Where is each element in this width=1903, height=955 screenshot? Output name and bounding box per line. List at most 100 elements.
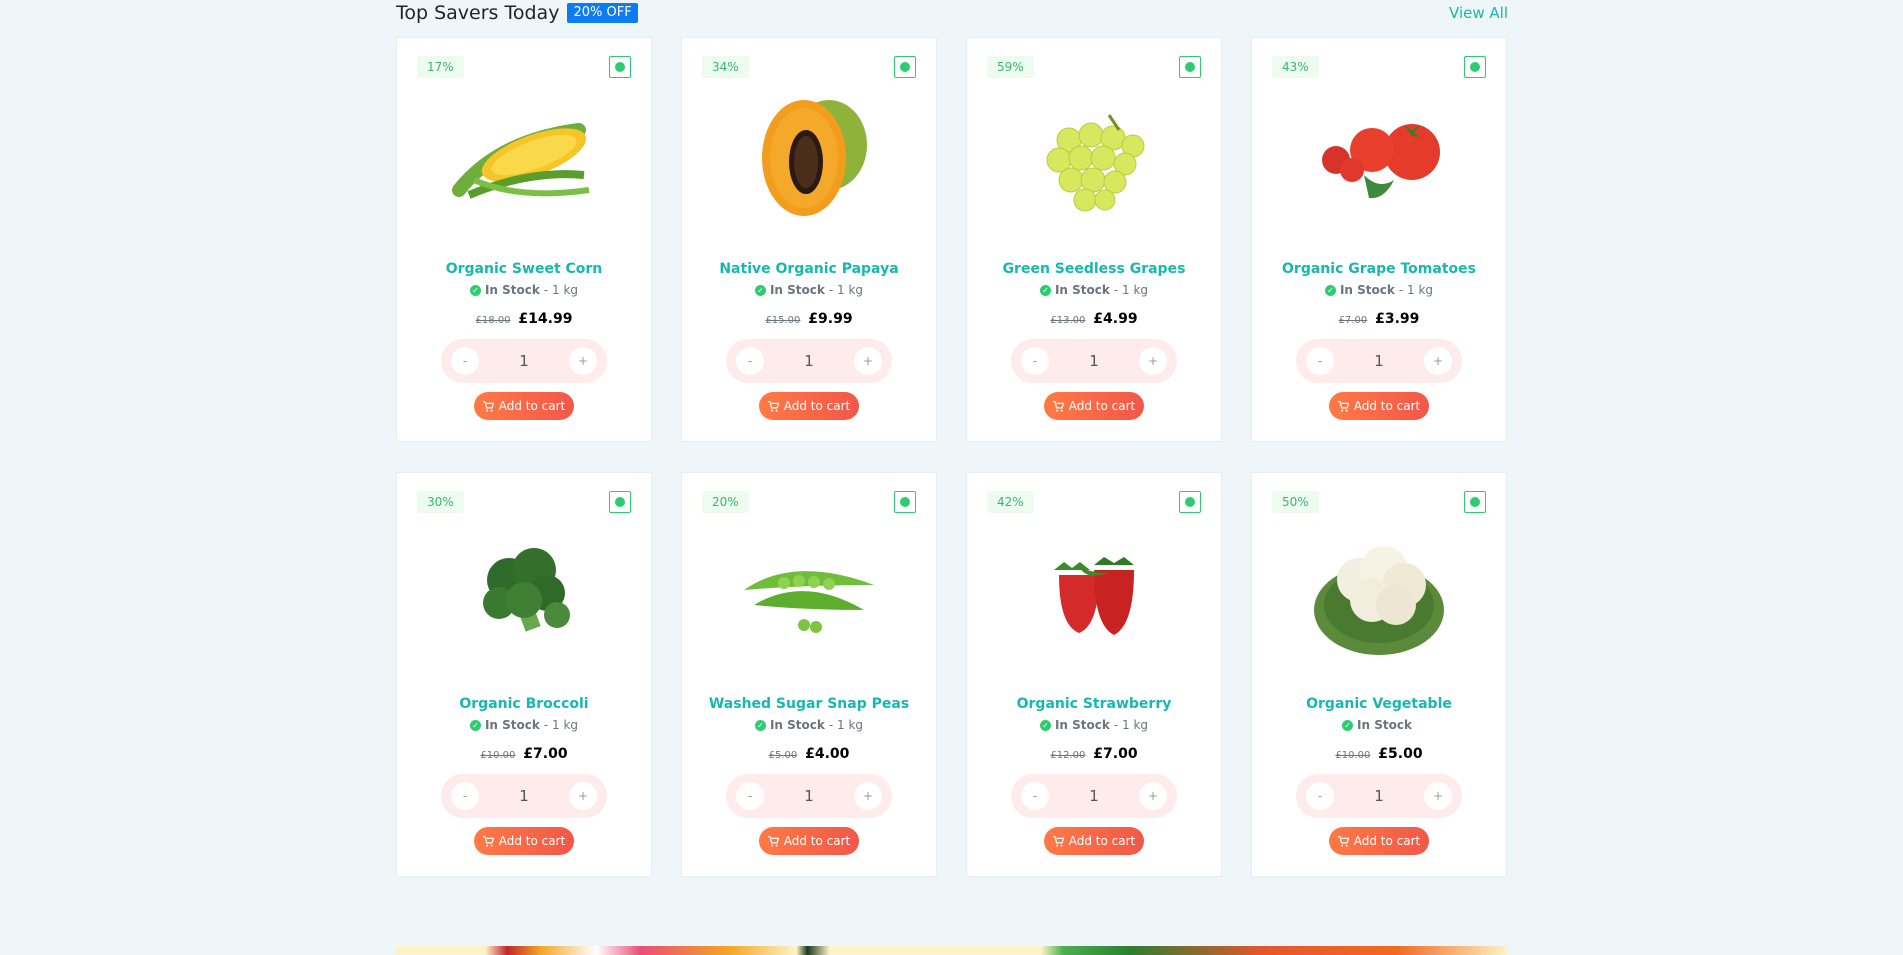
stock-status: ✓ In Stock - 1 kg (682, 283, 936, 297)
increase-button[interactable]: + (1423, 347, 1452, 375)
cart-icon (767, 400, 779, 412)
add-to-cart-label: Add to cart (498, 399, 566, 413)
discount-label: 20% (702, 491, 749, 513)
increase-button[interactable]: + (1423, 782, 1452, 810)
add-to-cart-button[interactable]: Add to cart (1044, 827, 1144, 855)
add-to-cart-button[interactable]: Add to cart (474, 827, 574, 855)
quantity-value[interactable]: 1 (1089, 787, 1099, 805)
decrease-button[interactable]: - (736, 347, 764, 375)
product-name[interactable]: Organic Sweet Corn (397, 261, 651, 277)
product-image[interactable] (1294, 515, 1464, 665)
product-card[interactable]: 34% Native Organic Papaya ✓ In Stock - 1… (681, 37, 937, 442)
add-to-cart-label: Add to cart (1353, 399, 1421, 413)
stock-label: In Stock (1357, 718, 1412, 732)
decrease-button[interactable]: - (1306, 782, 1334, 810)
product-image[interactable] (439, 80, 609, 230)
unit-label: - 1 kg (1113, 718, 1149, 732)
product-image[interactable] (1294, 80, 1464, 230)
section-header: Top Savers Today 20% OFF View All (396, 0, 1508, 28)
price-block: £10.00 £5.00 (1252, 746, 1506, 762)
quantity-value[interactable]: 1 (804, 787, 814, 805)
product-name[interactable]: Green Seedless Grapes (967, 261, 1221, 277)
product-image[interactable] (1009, 515, 1179, 665)
old-price: £10.00 (1335, 750, 1371, 761)
stock-label: In Stock (484, 283, 540, 297)
add-to-cart-button[interactable]: Add to cart (474, 392, 574, 420)
quantity-value[interactable]: 1 (1374, 787, 1384, 805)
product-image[interactable] (724, 515, 894, 665)
product-name[interactable]: Native Organic Papaya (682, 261, 936, 277)
product-card[interactable]: 17% Organic Sweet Corn ✓ In Stock - 1 kg… (396, 37, 652, 442)
discount-label: 43% (1272, 56, 1319, 78)
product-image[interactable] (724, 80, 894, 230)
discount-label: 59% (987, 56, 1034, 78)
cart-icon (767, 835, 779, 847)
decrease-button[interactable]: - (1021, 347, 1049, 375)
add-to-cart-button[interactable]: Add to cart (1044, 392, 1144, 420)
decrease-button[interactable]: - (451, 782, 479, 810)
veg-icon (894, 491, 916, 513)
add-to-cart-button[interactable]: Add to cart (759, 827, 859, 855)
add-to-cart-button[interactable]: Add to cart (1329, 392, 1429, 420)
stock-status: ✓ In Stock - 1 kg (397, 718, 651, 732)
product-name[interactable]: Washed Sugar Snap Peas (682, 696, 936, 712)
discount-label: 30% (417, 491, 464, 513)
veg-icon (609, 491, 631, 513)
price-block: £12.00 £7.00 (967, 746, 1221, 762)
product-card[interactable]: 50% Organic Vegetable ✓ In Stock £10.00 … (1251, 472, 1507, 877)
decrease-button[interactable]: - (1021, 782, 1049, 810)
add-to-cart-button[interactable]: Add to cart (1329, 827, 1429, 855)
product-card[interactable]: 43% Organic Grape Tomatoes ✓ In Stock - … (1251, 37, 1507, 442)
product-card[interactable]: 20% Washed Sugar Snap Peas ✓ In Stock - … (681, 472, 937, 877)
peas-image (744, 571, 874, 633)
cart-icon (1337, 400, 1349, 412)
add-to-cart-button[interactable]: Add to cart (759, 392, 859, 420)
promo-banner[interactable] (396, 946, 1508, 955)
quantity-value[interactable]: 1 (519, 787, 529, 805)
cart-icon (1337, 835, 1349, 847)
old-price: £5.00 (768, 750, 798, 761)
product-card[interactable]: 59% Green Seedless Grapes ✓ In Stock - 1… (966, 37, 1222, 442)
stock-status: ✓ In Stock - 1 kg (682, 718, 936, 732)
quantity-value[interactable]: 1 (519, 352, 529, 370)
current-price: £3.99 (1375, 311, 1420, 327)
discount-label: 50% (1272, 491, 1319, 513)
price-block: £15.00 £9.99 (682, 311, 936, 327)
veg-icon (1464, 491, 1486, 513)
quantity-value[interactable]: 1 (1374, 352, 1384, 370)
section-title: Top Savers Today (396, 2, 560, 24)
decrease-button[interactable]: - (736, 782, 764, 810)
discount-label: 34% (702, 56, 749, 78)
corn-image (452, 123, 590, 199)
stock-label: In Stock (1054, 283, 1110, 297)
product-image[interactable] (1009, 80, 1179, 230)
decrease-button[interactable]: - (1306, 347, 1334, 375)
quantity-stepper: - 1 + (726, 339, 892, 383)
old-price: £18.00 (475, 315, 511, 326)
increase-button[interactable]: + (853, 347, 882, 375)
section-title-wrap: Top Savers Today 20% OFF (396, 2, 638, 24)
product-image[interactable] (439, 515, 609, 665)
increase-button[interactable]: + (568, 347, 597, 375)
view-all-link[interactable]: View All (1449, 4, 1508, 22)
discount-badge: 20% OFF (567, 3, 638, 23)
product-card[interactable]: 30% Organic Broccoli ✓ In Stock - 1 kg £… (396, 472, 652, 877)
veg-icon (1464, 56, 1486, 78)
check-icon: ✓ (1039, 719, 1051, 731)
product-name[interactable]: Organic Strawberry (967, 696, 1221, 712)
check-icon: ✓ (754, 719, 766, 731)
decrease-button[interactable]: - (451, 347, 479, 375)
quantity-stepper: - 1 + (1011, 339, 1177, 383)
product-name[interactable]: Organic Broccoli (397, 696, 651, 712)
product-name[interactable]: Organic Vegetable (1252, 696, 1506, 712)
quantity-value[interactable]: 1 (1089, 352, 1099, 370)
increase-button[interactable]: + (1138, 782, 1167, 810)
increase-button[interactable]: + (853, 782, 882, 810)
product-name[interactable]: Organic Grape Tomatoes (1252, 261, 1506, 277)
increase-button[interactable]: + (1138, 347, 1167, 375)
quantity-value[interactable]: 1 (804, 352, 814, 370)
product-card[interactable]: 42% Organic Strawberry ✓ In Stock - 1 kg… (966, 472, 1222, 877)
increase-button[interactable]: + (568, 782, 597, 810)
veg-icon (1179, 491, 1201, 513)
cauliflower-image (1314, 546, 1444, 655)
